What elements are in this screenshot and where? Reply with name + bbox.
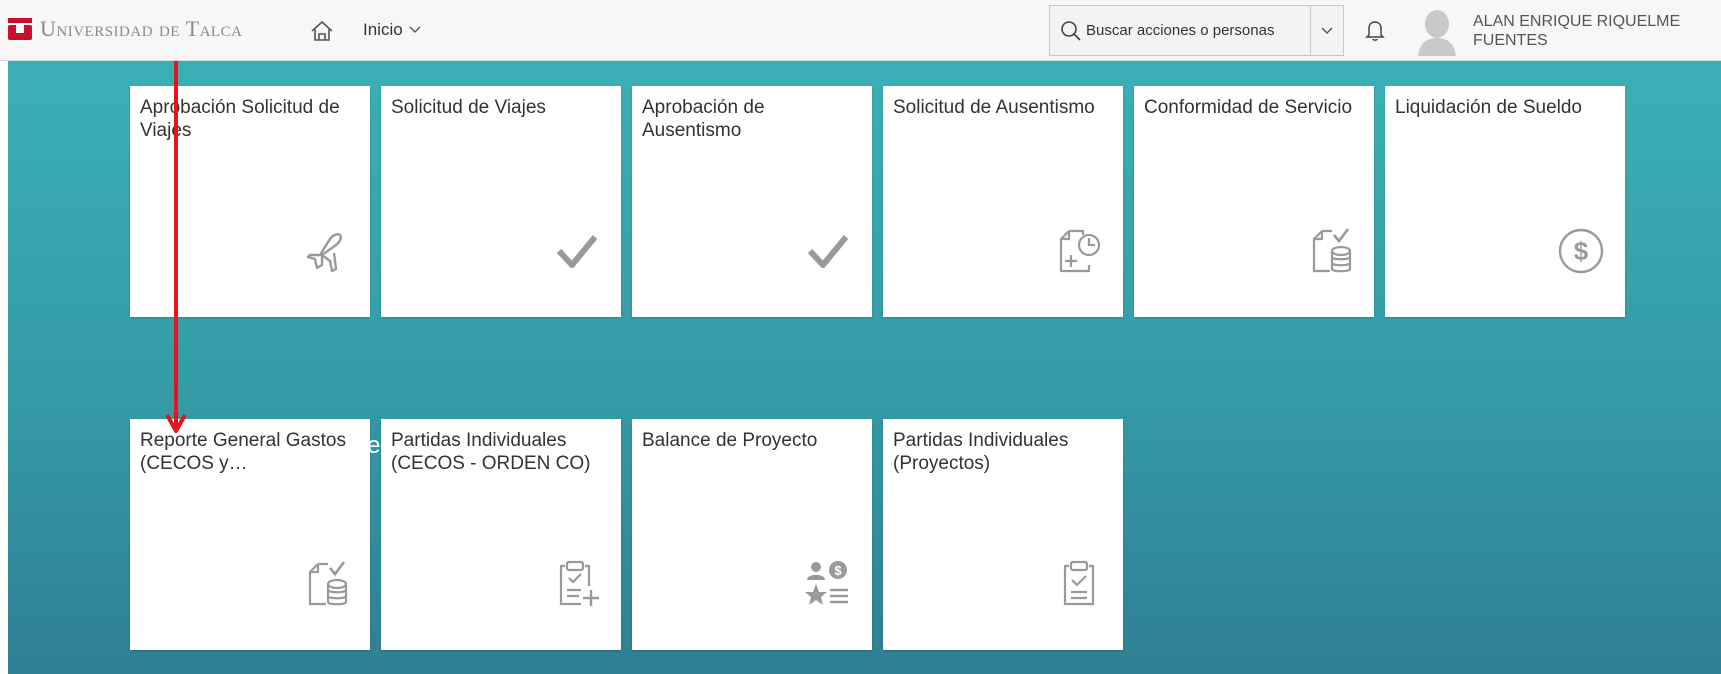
- tile-title: Liquidación de Sueldo: [1395, 97, 1582, 118]
- university-logo-mark-icon: [8, 18, 32, 40]
- user-name-line-1: ALAN ENRIQUE RIQUELME: [1473, 13, 1681, 30]
- university-logo[interactable]: Universidad de Talca: [8, 16, 242, 42]
- university-logo-text: Universidad de Talca: [40, 16, 243, 41]
- search-scope-dropdown[interactable]: [1311, 5, 1344, 56]
- svg-text:$: $: [834, 563, 842, 578]
- tile-title: Aprobación de Ausentismo: [642, 97, 765, 141]
- tile-solicitud-ausentismo[interactable]: Solicitud de Ausentismo: [883, 86, 1123, 317]
- tile-reporte-general-gastos[interactable]: Reporte General Gastos (CECOS y…: [130, 419, 370, 650]
- clipboard-check-icon: [1063, 560, 1095, 606]
- chevron-down-icon: [409, 26, 421, 33]
- person-dollar-star-icon: $: [805, 561, 848, 605]
- launchpad-content: Aprobación Solicitud de Viajes Solicitud…: [8, 61, 1721, 674]
- tile-conformidad-servicio[interactable]: Conformidad de Servicio: [1134, 86, 1374, 317]
- tile-title: Solicitud de Ausentismo: [893, 97, 1095, 118]
- clipboard-add-icon: [559, 560, 599, 606]
- home-icon[interactable]: [309, 18, 335, 44]
- document-clock-icon: [1059, 229, 1101, 273]
- user-avatar[interactable]: [1418, 8, 1456, 56]
- search-box[interactable]: [1049, 5, 1311, 56]
- search-input[interactable]: [1086, 22, 1296, 39]
- tile-solicitud-viajes[interactable]: Solicitud de Viajes: [381, 86, 621, 317]
- svg-text:$: $: [1574, 236, 1589, 266]
- checkmark-icon: [556, 235, 598, 268]
- user-name[interactable]: ALAN ENRIQUE RIQUELME FUENTES: [1473, 12, 1718, 50]
- tile-balance-proyecto[interactable]: Balance de Proyecto $: [632, 419, 872, 650]
- inicio-menu-button[interactable]: Inicio: [363, 20, 421, 40]
- tile-title: Conformidad de Servicio: [1144, 97, 1353, 118]
- tile-title: Reporte General Gastos (CECOS y…: [140, 430, 346, 474]
- annotation-arrow: [166, 61, 186, 433]
- tile-partidas-individuales-cecos[interactable]: Partidas Individuales (CECOS - ORDEN CO): [381, 419, 621, 650]
- tile-aprobacion-ausentismo[interactable]: Aprobación de Ausentismo: [632, 86, 872, 317]
- shell-header: Universidad de Talca Inicio Buscar accio…: [0, 0, 1721, 61]
- tile-partidas-individuales-proyectos[interactable]: Partidas Individuales (Proyectos): [883, 419, 1123, 650]
- document-database-check-icon: [308, 561, 348, 606]
- tile-liquidacion-sueldo[interactable]: Liquidación de Sueldo $: [1385, 86, 1625, 317]
- tile-title: Partidas Individuales (CECOS - ORDEN CO): [391, 430, 591, 474]
- document-database-check-icon: [1312, 228, 1352, 273]
- app-root: Universidad de Talca Inicio Buscar accio…: [0, 0, 1721, 674]
- tile-title: Balance de Proyecto: [642, 430, 818, 451]
- search-icon[interactable]: [1056, 16, 1086, 46]
- dollar-circle-icon: $: [1558, 228, 1604, 274]
- notifications-bell-icon[interactable]: [1362, 17, 1388, 43]
- user-name-line-2: FUENTES: [1473, 32, 1548, 49]
- inicio-label: Inicio: [363, 20, 403, 39]
- airplane-icon: [306, 233, 342, 273]
- tile-title: Solicitud de Viajes: [391, 97, 546, 118]
- checkmark-icon: [807, 235, 849, 268]
- tile-title: Partidas Individuales (Proyectos): [893, 430, 1069, 474]
- chevron-down-icon: [1321, 27, 1333, 34]
